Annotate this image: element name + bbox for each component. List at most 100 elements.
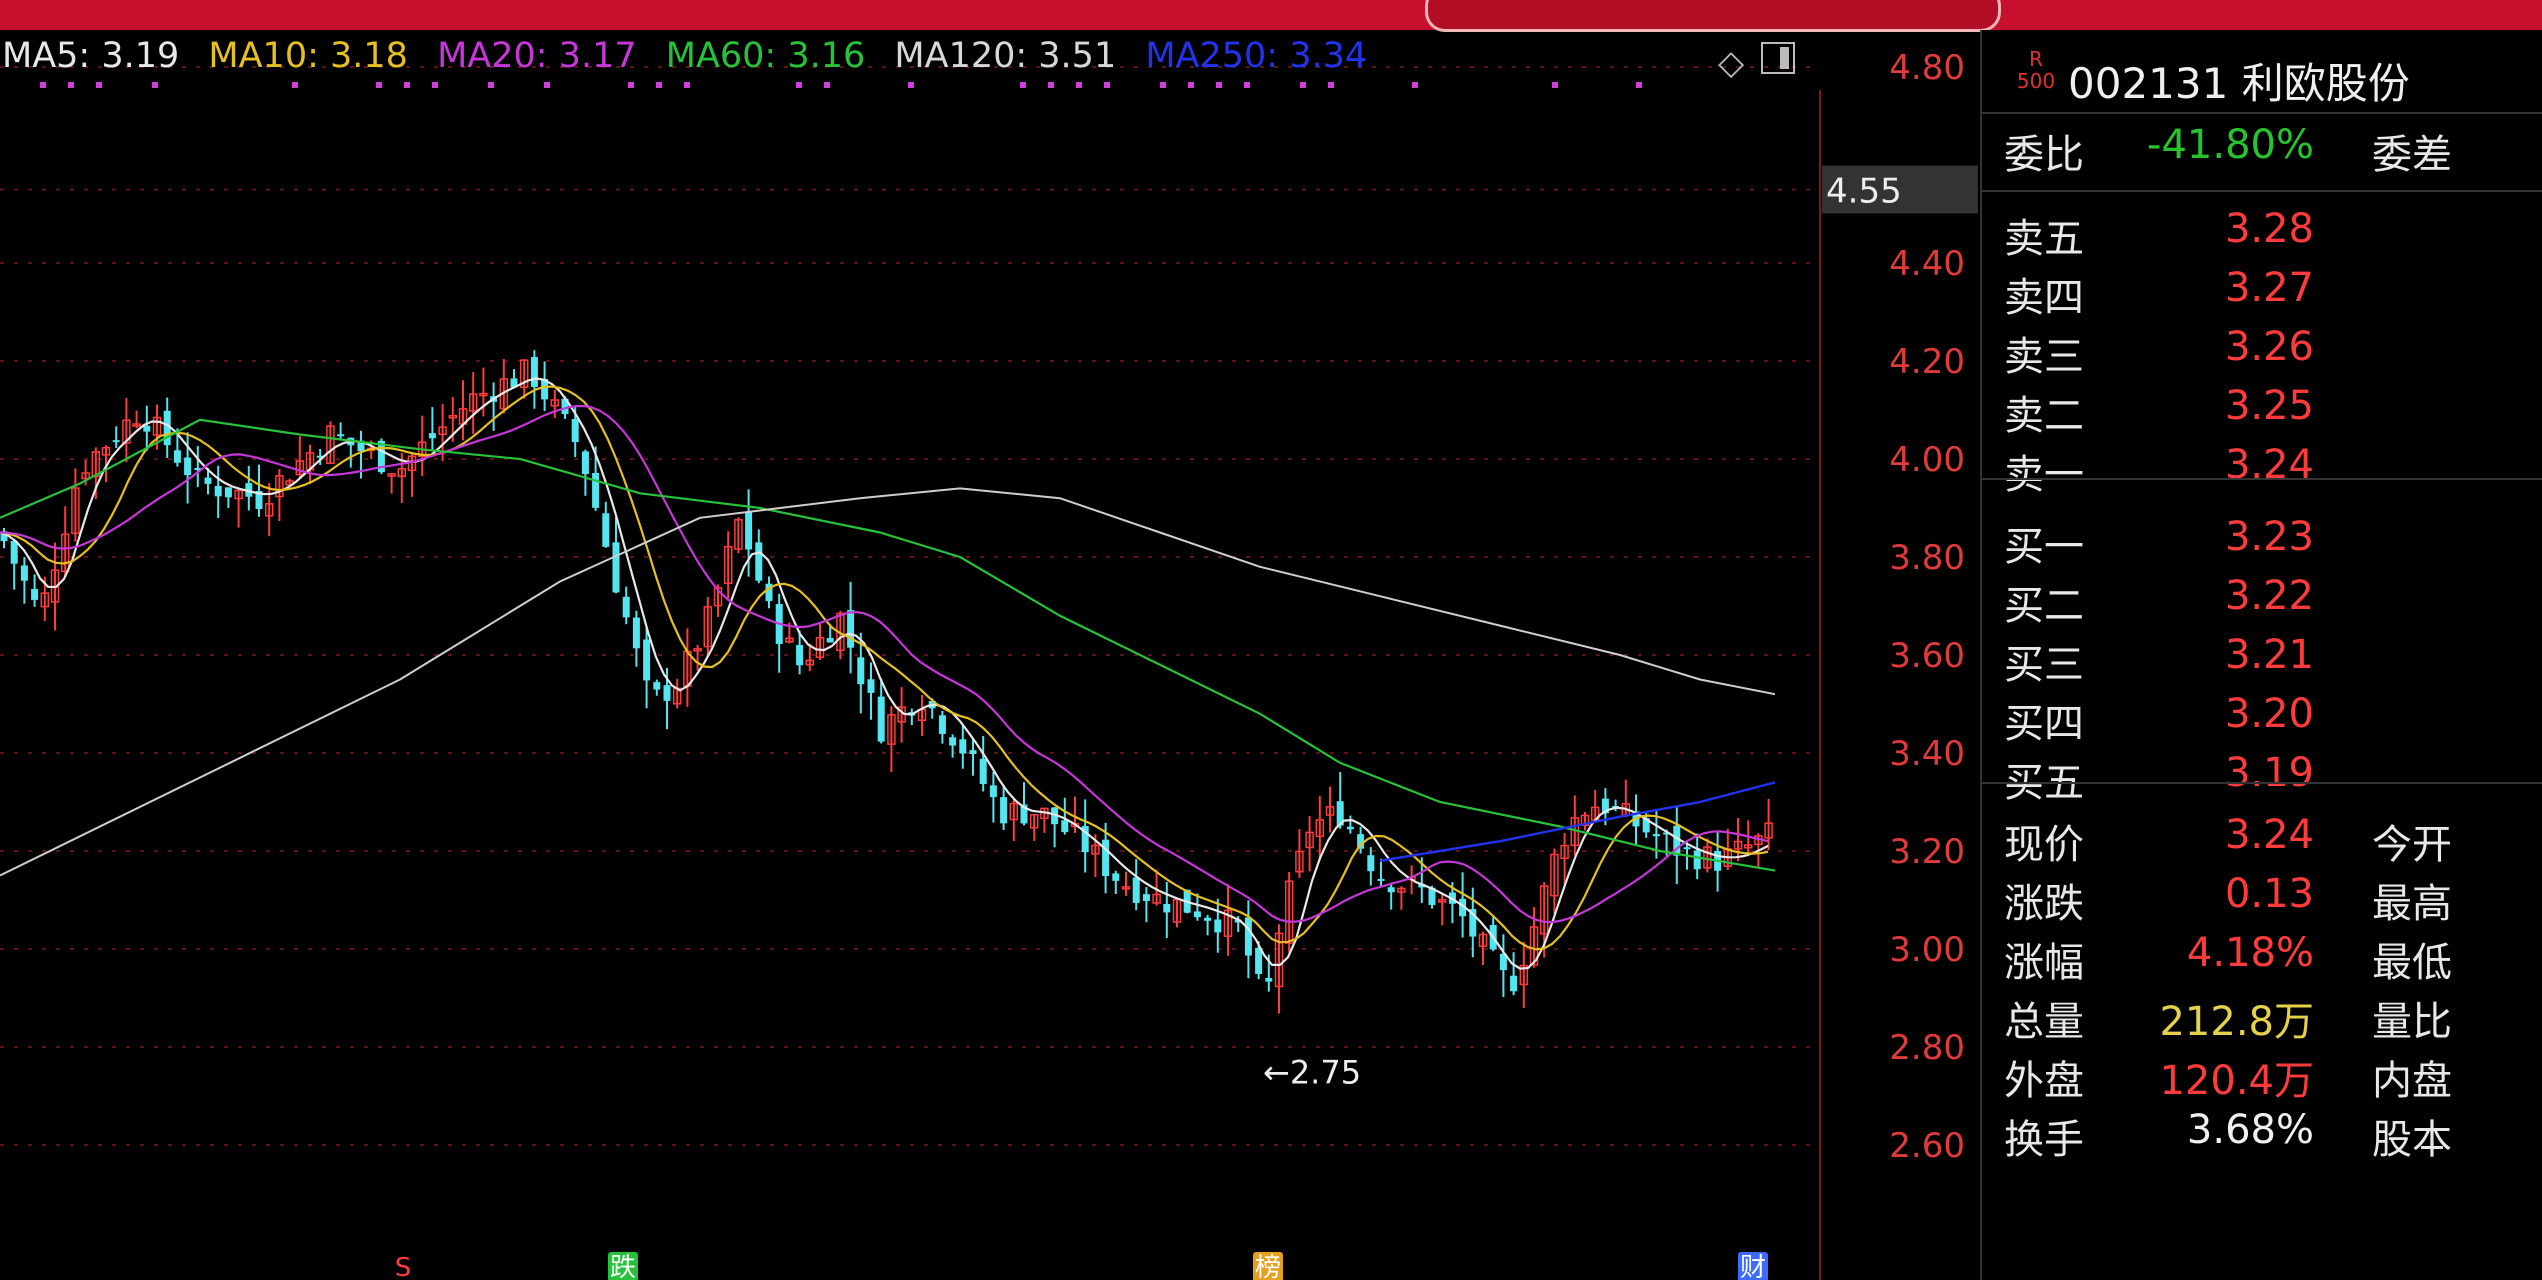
sell-value: 3.26 xyxy=(2224,324,2314,370)
candle-down xyxy=(663,685,671,701)
layout-toggle-icon[interactable] xyxy=(1761,42,1796,74)
stat-label2: 今开 xyxy=(2372,822,2452,868)
signal-dot xyxy=(544,82,550,88)
candle-down xyxy=(1683,847,1691,850)
top-toolbar xyxy=(0,0,2542,32)
candle-down xyxy=(1112,873,1120,881)
kline-chart[interactable]: 4.80 4.40 4.20 4.00 3.80 3.60 3.40 3.20 3.00 2.80… xyxy=(0,30,1978,1280)
signal-dot xyxy=(152,82,158,88)
stat-row: 外盘 120.4万 内盘 xyxy=(1982,1048,2542,1106)
candle-down xyxy=(989,785,997,798)
sell-value: 3.25 xyxy=(2224,383,2314,429)
stock-code-name[interactable]: 002131 利欧股份 xyxy=(2068,50,2410,111)
candle-down xyxy=(847,610,855,648)
stat-row: 总量 212.8万 量比 xyxy=(1982,989,2542,1047)
ma10-line xyxy=(0,385,1769,951)
candle-down xyxy=(184,457,192,476)
ma-legend: MA5: 3.19 MA10: 3.18 MA20: 3.17 MA60: 3.… xyxy=(2,36,1385,76)
stat-row: 现价 3.24 今开 xyxy=(1982,812,2542,870)
candle-down xyxy=(1265,977,1273,982)
stat-row: 涨幅 4.18% 最低 xyxy=(1982,930,2542,988)
stat-label: 换手 xyxy=(2004,1117,2084,1163)
candle-down xyxy=(224,487,232,498)
sell-label: 卖三 xyxy=(2004,334,2084,380)
chart-area[interactable]: 4.80 4.40 4.20 4.00 3.80 3.60 3.40 3.20 3.00 2.80… xyxy=(0,30,1978,1280)
buy-row: 买一 3.23 xyxy=(1982,514,2542,572)
signal-dot xyxy=(1244,82,1250,88)
candle-down xyxy=(755,542,763,581)
stat-label: 现价 xyxy=(2004,822,2084,868)
ma5-line xyxy=(0,377,1769,970)
candle-down xyxy=(1102,839,1110,876)
signal-dot xyxy=(292,82,298,88)
signal-dot xyxy=(684,82,690,88)
ma120-line xyxy=(0,487,1776,877)
ma250-line xyxy=(1379,781,1776,862)
signal-dot xyxy=(628,82,634,88)
divider xyxy=(1982,190,2542,192)
divider xyxy=(1982,112,2542,114)
candle-down xyxy=(643,639,651,681)
signal-dot xyxy=(656,82,662,88)
event-marker: 榜 xyxy=(1255,1253,1281,1280)
candle-down xyxy=(1387,887,1395,893)
buy-label: 买五 xyxy=(2004,760,2084,806)
candle-down xyxy=(653,682,661,690)
signal-dot xyxy=(796,82,802,88)
stat-row: 换手 3.68% 股本 xyxy=(1982,1107,2542,1165)
candle-down xyxy=(1204,917,1212,921)
price-tick-label: 4.80 xyxy=(1889,48,1965,88)
candle-down xyxy=(428,433,436,439)
ma20-line xyxy=(0,404,1769,924)
signal-dot xyxy=(68,82,74,88)
sell-label: 卖一 xyxy=(2004,452,2084,498)
candle-down xyxy=(857,657,865,685)
buy-row: 买五 3.19 xyxy=(1982,750,2542,808)
buy-value: 3.19 xyxy=(2224,750,2314,796)
sell-label: 卖二 xyxy=(2004,393,2084,439)
stat-value: 0.13 xyxy=(2224,871,2314,917)
candle-down xyxy=(877,696,885,742)
price-tick-label: 4.00 xyxy=(1889,440,1965,480)
candle-down xyxy=(1132,877,1140,903)
event-marker: 跌 xyxy=(610,1253,636,1280)
price-tick-label: 4.20 xyxy=(1889,342,1965,382)
price-tick-label: 2.80 xyxy=(1889,1028,1965,1068)
candle-down xyxy=(112,440,120,443)
candle-down xyxy=(1510,975,1518,992)
sell-value: 3.28 xyxy=(2224,206,2314,252)
stat-label2: 最低 xyxy=(2372,940,2452,986)
quote-panel: R 500 002131 利欧股份 委比 -41.80% 委差 卖五 3.28 卖四… xyxy=(1980,30,2542,1280)
stat-value: 212.8万 xyxy=(2159,999,2314,1045)
price-tick-label: 4.40 xyxy=(1889,244,1965,284)
candle-down xyxy=(1693,850,1701,870)
candle-down xyxy=(602,513,610,547)
price-tick-label: 3.00 xyxy=(1889,930,1965,970)
candle-down xyxy=(1214,919,1222,933)
stat-value: 4.18% xyxy=(2186,930,2314,976)
sell-row: 卖四 3.27 xyxy=(1982,265,2542,323)
r500-badge: R 500 xyxy=(2016,47,2056,93)
signal-dot xyxy=(404,82,410,88)
stat-row: 涨跌 0.13 最高 xyxy=(1982,871,2542,929)
signal-dot xyxy=(1188,82,1194,88)
sell-value: 3.27 xyxy=(2224,265,2314,311)
sell-row: 卖一 3.24 xyxy=(1982,442,2542,500)
candle-down xyxy=(143,425,151,432)
signal-dot xyxy=(1216,82,1222,88)
candle-down xyxy=(1255,947,1263,974)
legend-ma10: MA10: 3.18 xyxy=(208,36,408,76)
signal-dot xyxy=(376,82,382,88)
candle-down xyxy=(1000,797,1008,824)
diamond-icon[interactable]: ◇ xyxy=(1718,46,1744,80)
sell-row: 卖五 3.28 xyxy=(1982,206,2542,264)
stat-value: 3.24 xyxy=(2224,812,2314,858)
stat-label: 总量 xyxy=(2004,999,2084,1045)
price-tick-label: 3.20 xyxy=(1889,832,1965,872)
buy-value: 3.20 xyxy=(2224,691,2314,737)
legend-ma250: MA250: 3.34 xyxy=(1145,36,1368,76)
search-box[interactable] xyxy=(1425,0,2001,32)
signal-dot xyxy=(432,82,438,88)
webi-row: 委比 -41.80% 委差 xyxy=(2004,122,2452,178)
candle-down xyxy=(949,737,957,746)
